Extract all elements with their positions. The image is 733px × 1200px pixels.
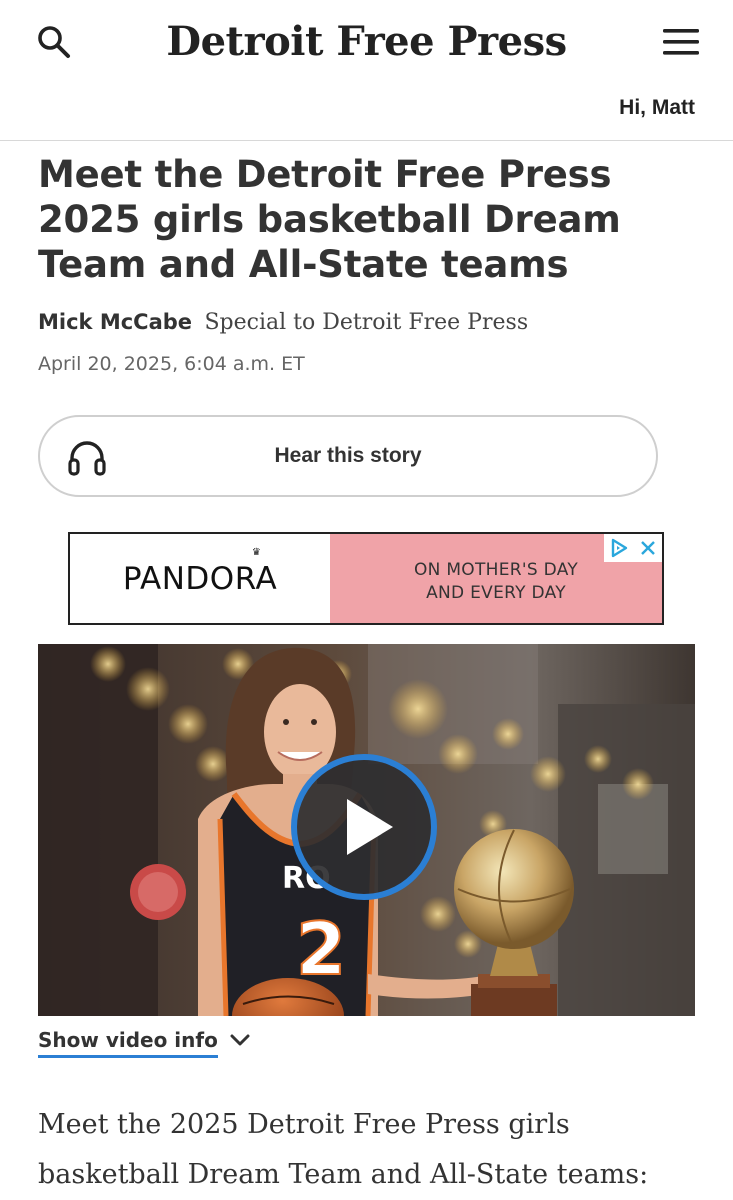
article-headline: Meet the Detroit Free Press 2025 girls b… xyxy=(38,153,621,286)
article-body-paragraph: Meet the 2025 Detroit Free Press girls b… xyxy=(38,1109,649,1190)
ad-brand-panel[interactable]: PANDORA ♛ xyxy=(70,534,330,623)
hamburger-menu-icon xyxy=(663,29,699,55)
crown-icon: ♛ xyxy=(251,546,262,558)
ad-brand-text: PANDORA xyxy=(122,560,278,597)
ad-brand-logo: PANDORA ♛ xyxy=(122,547,278,597)
ad-tagline: ON MOTHER'S DAY AND EVERY DAY xyxy=(413,559,579,603)
header-divider xyxy=(0,140,733,141)
adchoices-button[interactable] xyxy=(604,534,633,562)
menu-button[interactable] xyxy=(660,22,702,62)
ad-controls xyxy=(604,534,662,562)
play-icon[interactable] xyxy=(289,752,439,902)
show-video-info-label: Show video info xyxy=(38,1028,218,1058)
hear-this-story-button[interactable]: Hear this story xyxy=(38,415,658,497)
author-affiliation: Special to Detroit Free Press xyxy=(204,310,529,335)
close-icon xyxy=(640,541,655,555)
search-icon xyxy=(38,26,70,58)
publish-timestamp: April 20, 2025, 6:04 a.m. ET xyxy=(38,353,305,375)
byline: Mick McCabe Special to Detroit Free Pres… xyxy=(38,310,528,335)
adchoices-icon xyxy=(611,538,627,558)
chevron-down-icon xyxy=(230,1034,250,1046)
show-video-info-toggle[interactable]: Show video info xyxy=(38,1028,250,1058)
ad-close-button[interactable] xyxy=(633,534,662,562)
user-greeting[interactable]: Hi, Matt xyxy=(619,96,695,120)
site-logo[interactable]: Detroit Free Press xyxy=(166,14,567,68)
advertisement[interactable]: PANDORA ♛ ON MOTHER'S DAY AND EVERY DAY xyxy=(68,532,664,625)
search-button[interactable] xyxy=(34,22,74,62)
jersey-number: 2 xyxy=(296,907,346,991)
author-name[interactable]: Mick McCabe xyxy=(38,310,192,334)
site-header: Detroit Free Press xyxy=(0,0,733,86)
hear-this-story-label: Hear this story xyxy=(274,444,422,467)
video-player[interactable]: RO 2 xyxy=(38,644,695,1016)
